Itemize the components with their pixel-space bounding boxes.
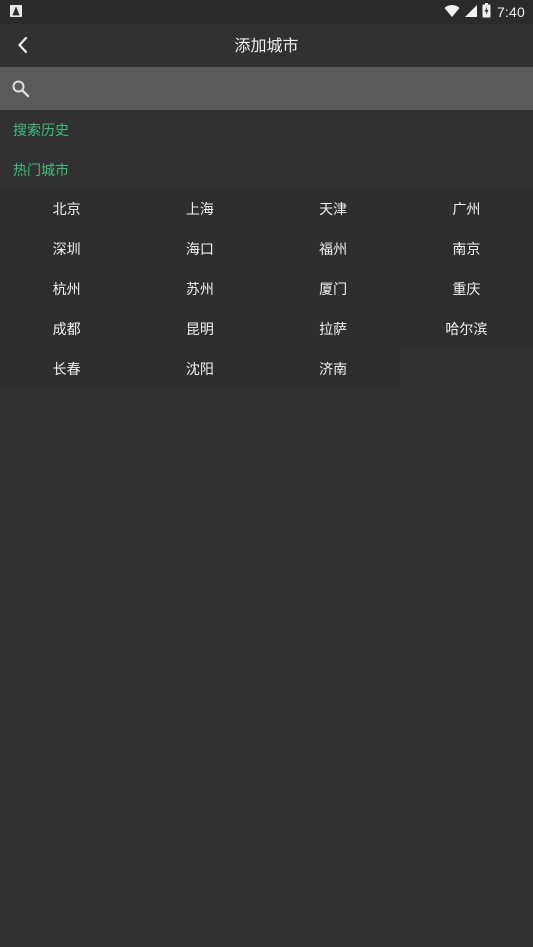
city-button[interactable]: 海口	[133, 230, 267, 270]
status-bar: 7:40	[0, 0, 533, 24]
city-button[interactable]: 天津	[266, 190, 400, 230]
app-header: 添加城市	[0, 24, 533, 67]
battery-icon	[482, 2, 491, 22]
status-time: 7:40	[496, 4, 525, 20]
city-button[interactable]: 苏州	[133, 270, 267, 310]
city-row: 长春 沈阳 济南	[0, 350, 533, 390]
city-button[interactable]: 南京	[399, 230, 533, 270]
empty-cell	[400, 350, 533, 390]
hot-city-grid: 北京 上海 天津 广州 深圳 海口 福州 南京 杭州 苏州 厦门 重庆 成都 昆…	[0, 190, 533, 390]
city-row: 杭州 苏州 厦门 重庆	[0, 270, 533, 310]
city-button[interactable]: 深圳	[0, 230, 134, 270]
city-button[interactable]: 广州	[399, 190, 533, 230]
city-button[interactable]: 昆明	[133, 310, 267, 350]
city-button[interactable]: 哈尔滨	[399, 310, 533, 350]
city-row: 北京 上海 天津 广州	[0, 190, 533, 230]
city-button[interactable]: 杭州	[0, 270, 134, 310]
city-button[interactable]: 福州	[266, 230, 400, 270]
city-row: 成都 昆明 拉萨 哈尔滨	[0, 310, 533, 350]
city-button[interactable]: 重庆	[399, 270, 533, 310]
city-button[interactable]: 沈阳	[133, 350, 267, 390]
search-bar	[0, 67, 533, 110]
cell-signal-icon	[464, 3, 478, 22]
back-button[interactable]	[8, 30, 38, 60]
search-history-heading: 搜索历史	[13, 123, 69, 139]
city-button[interactable]: 厦门	[266, 270, 400, 310]
app-notification-icon	[10, 5, 22, 17]
status-icons: 7:40	[444, 2, 525, 22]
wifi-icon	[444, 3, 460, 22]
city-button[interactable]: 拉萨	[266, 310, 400, 350]
city-button[interactable]: 济南	[266, 350, 400, 390]
hot-cities-heading: 热门城市	[13, 163, 69, 179]
city-button[interactable]: 上海	[133, 190, 267, 230]
city-button[interactable]: 北京	[0, 190, 134, 230]
search-input[interactable]	[40, 73, 524, 106]
city-button[interactable]: 长春	[0, 350, 134, 390]
chevron-left-icon	[18, 36, 28, 54]
search-icon	[12, 80, 30, 98]
city-row: 深圳 海口 福州 南京	[0, 230, 533, 270]
city-button[interactable]: 成都	[0, 310, 134, 350]
page-title: 添加城市	[234, 36, 299, 55]
